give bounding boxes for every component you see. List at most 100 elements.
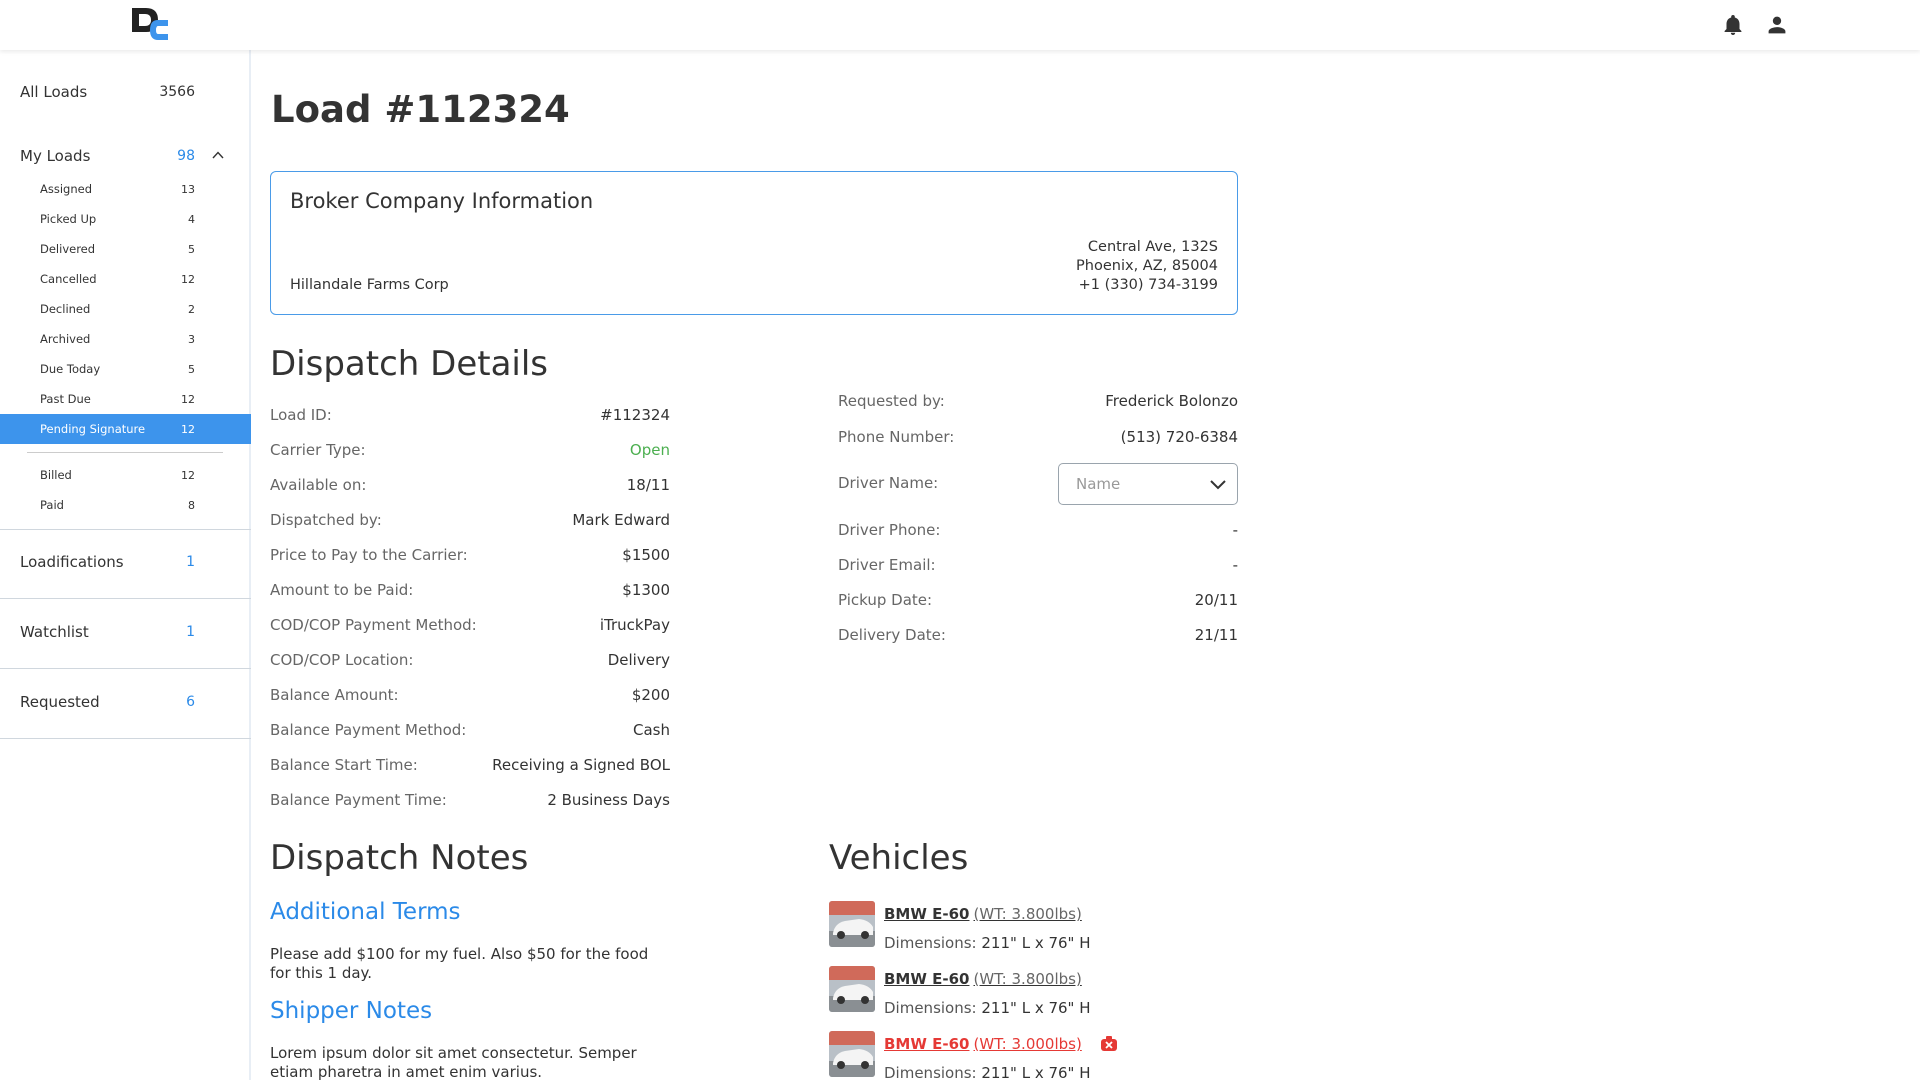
driver-name-placeholder: Name [1076,475,1121,493]
chevron-up-icon[interactable] [211,148,225,162]
detail-label: Driver Phone: [838,521,941,539]
detail-cod-payment-method: COD/COP Payment Method: iTruckPay [270,614,670,636]
sidebar-item-picked-up[interactable]: Picked Up 4 [0,204,251,234]
vehicle-link[interactable]: BMW E-60 (WT: 3.800lbs) [884,905,1082,923]
sidebar-item-count: 12 [181,422,195,436]
sidebar-item-pending-signature[interactable]: Pending Signature 12 [0,414,251,444]
sidebar-item-label: Archived [40,332,91,346]
sidebar-item-label: Loadifications [20,553,124,571]
vehicle-thumbnail[interactable] [829,901,875,947]
top-bar [0,0,1920,50]
detail-delivery-date: Delivery Date: 21/11 [838,624,1238,646]
bell-icon[interactable] [1721,13,1745,37]
detail-dispatched-by: Dispatched by: Mark Edward [270,509,670,531]
detail-driver-phone: Driver Phone: - [838,519,1238,541]
sidebar-item-count: 1 [186,624,195,640]
broker-info-card: Broker Company Information Hillandale Fa… [270,171,1238,315]
sidebar-item-label: Pending Signature [40,422,146,436]
sidebar-item-label: Past Due [40,392,91,406]
broker-address-line2: Phoenix, AZ, 85004 [1076,258,1218,274]
detail-balance-amount: Balance Amount: $200 [270,684,670,706]
detail-balance-payment-method: Balance Payment Method: Cash [270,719,670,741]
vehicle-weight: (WT: 3.800lbs) [973,970,1082,988]
detail-value: Frederick Bolonzo [1105,392,1238,410]
vehicle-dimensions: Dimensions: 211" L x 76" H [884,1064,1091,1080]
detail-label: COD/COP Payment Method: [270,616,477,634]
detail-price-to-pay: Price to Pay to the Carrier: $1500 [270,544,670,566]
detail-label: Requested by: [838,392,945,410]
detail-value: 18/11 [626,476,670,494]
sidebar-item-assigned[interactable]: Assigned 13 [0,174,251,204]
logo[interactable] [130,6,170,44]
sidebar-item-label: Requested [20,693,100,711]
vehicle-link[interactable]: BMW E-60 (WT: 3.000lbs) [884,1035,1082,1053]
detail-label: Available on: [270,476,367,494]
vehicle-weight: (WT: 3.800lbs) [973,905,1082,923]
page-title: Load #112324 [271,88,570,131]
broker-phone: +1 (330) 734-3199 [1078,277,1218,293]
vehicle-item: BMW E-60 (WT: 3.000lbs) Dimensions: 211" … [829,1031,1229,1080]
vehicle-thumbnail[interactable] [829,1031,875,1077]
sidebar-item-watchlist[interactable]: Watchlist 1 [0,612,251,652]
driver-name-select[interactable]: Name [1058,463,1238,505]
vehicle-weight: (WT: 3.000lbs) [973,1035,1082,1053]
detail-value: 21/11 [1194,626,1238,644]
sidebar-item-count: 4 [188,212,195,226]
vehicle-item: BMW E-60 (WT: 3.800lbs) Dimensions: 211" … [829,966,1229,1026]
detail-label: Price to Pay to the Carrier: [270,546,468,564]
dispatch-details-title: Dispatch Details [270,344,549,384]
detail-label: Load ID: [270,406,332,424]
sidebar-item-count: 3566 [159,84,195,100]
broker-company-name: Hillandale Farms Corp [290,277,449,293]
sidebar-separator [0,738,251,739]
shipper-notes-text: Lorem ipsum dolor sit amet consectetur. … [270,1044,637,1080]
sidebar-item-cancelled[interactable]: Cancelled 12 [0,264,251,294]
sidebar-item-label: Declined [40,302,91,316]
sidebar-item-due-today[interactable]: Due Today 5 [0,354,251,384]
detail-value: 2 Business Days [547,791,670,809]
sidebar-item-archived[interactable]: Archived 3 [0,324,251,354]
sidebar-item-all-loads[interactable]: All Loads 3566 [0,72,251,112]
detail-phone-number: Phone Number: (513) 720-6384 [838,426,1238,448]
sidebar-item-label: Paid [40,498,64,512]
sidebar-item-declined[interactable]: Declined 2 [0,294,251,324]
sidebar-item-count: 98 [177,148,195,164]
detail-driver-email: Driver Email: - [838,554,1238,576]
detail-label: Balance Payment Method: [270,721,467,739]
broker-address: Central Ave, 132S Phoenix, AZ, 85004 +1 … [1076,238,1218,295]
vehicle-link[interactable]: BMW E-60 (WT: 3.800lbs) [884,970,1082,988]
detail-value: 20/11 [1194,591,1238,609]
vehicle-item: BMW E-60 (WT: 3.800lbs) Dimensions: 211" … [829,901,1229,961]
additional-terms-text: Please add $100 for my fuel. Also $50 fo… [270,945,649,982]
sidebar-item-my-loads[interactable]: My Loads 98 [0,136,251,176]
detail-label: Driver Name: [838,474,939,492]
user-icon[interactable] [1765,13,1789,37]
detail-value: Delivery [607,651,670,669]
sidebar-item-label: Watchlist [20,623,89,641]
sidebar-item-requested[interactable]: Requested 6 [0,682,251,722]
additional-terms-title: Additional Terms [270,899,461,925]
detail-pickup-date: Pickup Date: 20/11 [838,589,1238,611]
detail-label: Pickup Date: [838,591,933,609]
vehicle-thumbnail[interactable] [829,966,875,1012]
sidebar-item-count: 2 [188,302,195,316]
sidebar-item-past-due[interactable]: Past Due 12 [0,384,251,414]
vehicles-title: Vehicles [829,838,969,878]
detail-balance-start-time: Balance Start Time: Receiving a Signed B… [270,754,670,776]
sidebar-item-count: 12 [181,392,195,406]
sidebar-item-paid[interactable]: Paid 8 [0,490,251,520]
detail-value: #112324 [600,406,670,424]
sidebar-item-delivered[interactable]: Delivered 5 [0,234,251,264]
sidebar-item-label: Delivered [40,242,96,256]
vehicle-dimensions: Dimensions: 211" L x 76" H [884,999,1091,1017]
sidebar-item-loadifications[interactable]: Loadifications 1 [0,542,251,582]
sidebar-divider [27,452,223,453]
sidebar-item-count: 3 [188,332,195,346]
sidebar-item-label: My Loads [20,147,91,165]
detail-label: COD/COP Location: [270,651,414,669]
sidebar-item-billed[interactable]: Billed 12 [0,460,251,490]
weight-warning-icon [1101,1036,1117,1051]
sidebar-item-label: Due Today [40,362,101,376]
detail-value: iTruckPay [599,616,670,634]
detail-driver-name: Driver Name: [838,472,1038,494]
